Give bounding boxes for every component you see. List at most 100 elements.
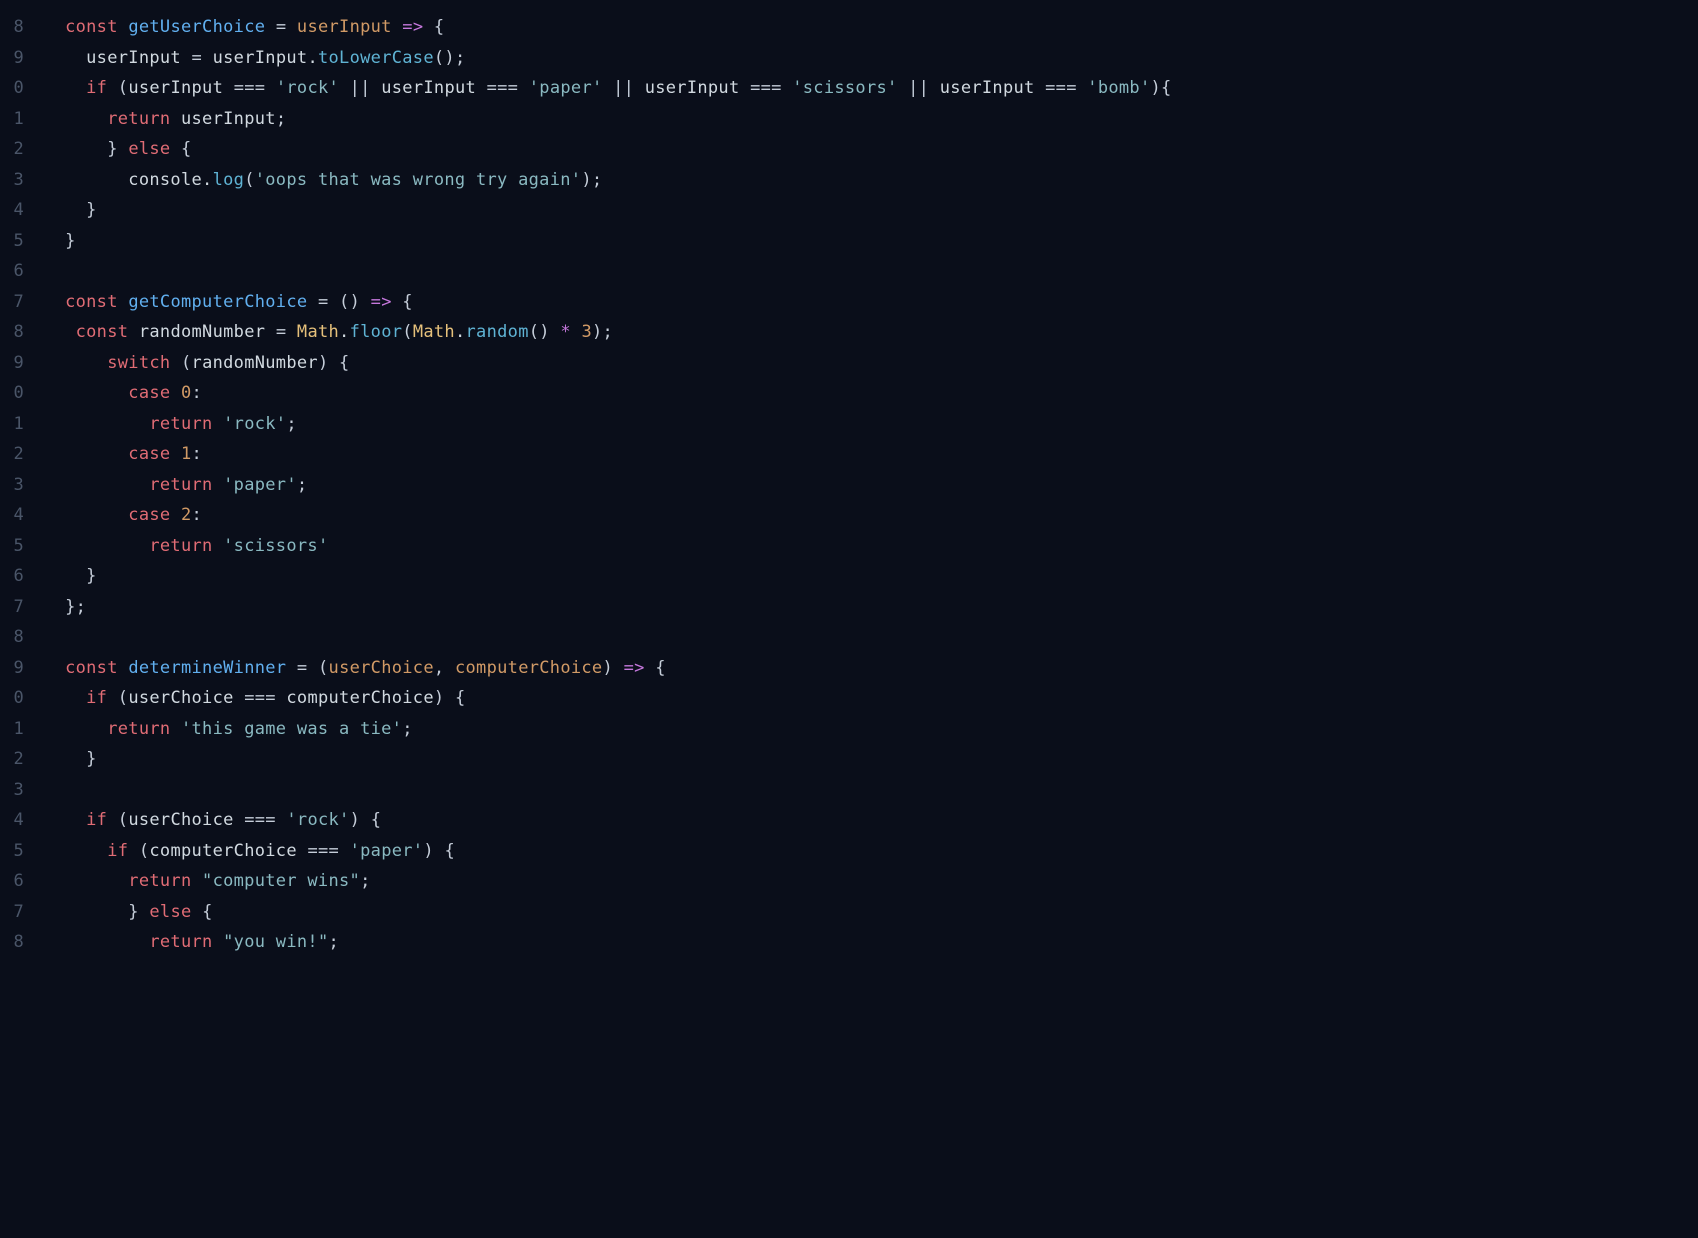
- token-str: 'scissors': [223, 536, 328, 556]
- token-op: }: [65, 231, 76, 251]
- token-kw: return: [149, 414, 212, 434]
- code-line[interactable]: if (userChoice === computerChoice) {: [44, 683, 1172, 714]
- code-line[interactable]: }: [44, 561, 1172, 592]
- token-dot: .: [455, 322, 466, 342]
- token-str: "you win!": [223, 932, 328, 952]
- code-line[interactable]: [44, 775, 1172, 806]
- token-op: ): [581, 170, 592, 190]
- token-dot: .: [339, 322, 350, 342]
- line-number: 6: [0, 561, 32, 592]
- token-kw: if: [107, 841, 128, 861]
- token-id: userInput: [381, 78, 476, 98]
- token-op: {: [434, 17, 445, 37]
- code-line[interactable]: return 'rock';: [44, 409, 1172, 440]
- code-line[interactable]: if (userInput === 'rock' || userInput ==…: [44, 73, 1172, 104]
- token-op: {: [339, 353, 350, 373]
- code-line[interactable]: console.log('oops that was wrong try aga…: [44, 165, 1172, 196]
- token-op: {: [1161, 78, 1172, 98]
- token-str: 'this game was a tie': [181, 719, 402, 739]
- code-line[interactable]: };: [44, 592, 1172, 623]
- token-op: (: [139, 841, 150, 861]
- token-op: (: [181, 353, 192, 373]
- code-line[interactable]: if (userChoice === 'rock') {: [44, 805, 1172, 836]
- code-line[interactable]: }: [44, 744, 1172, 775]
- code-line[interactable]: const randomNumber = Math.floor(Math.ran…: [44, 317, 1172, 348]
- token-op: {: [402, 292, 413, 312]
- line-number: 2: [0, 744, 32, 775]
- code-line[interactable]: return "computer wins";: [44, 866, 1172, 897]
- code-line[interactable]: case 1:: [44, 439, 1172, 470]
- token-meth: floor: [350, 322, 403, 342]
- token-op: ===: [750, 78, 782, 98]
- code-line[interactable]: const getUserChoice = userInput => {: [44, 12, 1172, 43]
- token-op: ;: [328, 932, 339, 952]
- code-line[interactable]: [44, 622, 1172, 653]
- token-num: 0: [181, 383, 192, 403]
- token-arrow: =>: [402, 17, 423, 37]
- token-str: "computer wins": [202, 871, 360, 891]
- token-op: ): [423, 841, 434, 861]
- code-line[interactable]: return 'scissors': [44, 531, 1172, 562]
- line-number: 3: [0, 470, 32, 501]
- code-line[interactable]: return 'paper';: [44, 470, 1172, 501]
- token-op: (: [402, 322, 413, 342]
- line-number: 6: [0, 256, 32, 287]
- token-op: }: [86, 566, 97, 586]
- code-line[interactable]: const determineWinner = (userChoice, com…: [44, 653, 1172, 684]
- token-id: console: [128, 170, 202, 190]
- token-param: userInput: [297, 17, 392, 37]
- line-number: 9: [0, 43, 32, 74]
- token-id: randomNumber: [192, 353, 318, 373]
- token-op: }: [86, 749, 97, 769]
- token-op: ===: [244, 688, 276, 708]
- token-op: (: [118, 810, 129, 830]
- line-number: 5: [0, 836, 32, 867]
- code-line[interactable]: switch (randomNumber) {: [44, 348, 1172, 379]
- token-num: 3: [581, 322, 592, 342]
- code-line[interactable]: }: [44, 226, 1172, 257]
- token-op: ): [350, 810, 361, 830]
- line-number: 4: [0, 805, 32, 836]
- code-line[interactable]: [44, 256, 1172, 287]
- token-op: ;: [455, 48, 466, 68]
- token-op: ): [434, 688, 445, 708]
- code-editor[interactable]: 8901234567890123456789012345678 const ge…: [0, 0, 1698, 958]
- line-number: 7: [0, 592, 32, 623]
- token-op: ;: [592, 170, 603, 190]
- code-line[interactable]: return userInput;: [44, 104, 1172, 135]
- line-number: 8: [0, 12, 32, 43]
- token-kw: if: [86, 810, 107, 830]
- code-line[interactable]: return 'this game was a tie';: [44, 714, 1172, 745]
- token-kw: return: [149, 932, 212, 952]
- code-line[interactable]: case 0:: [44, 378, 1172, 409]
- token-op: (: [118, 78, 129, 98]
- code-line[interactable]: }: [44, 195, 1172, 226]
- code-line[interactable]: userInput = userInput.toLowerCase();: [44, 43, 1172, 74]
- token-kw: return: [107, 719, 170, 739]
- line-number: 4: [0, 500, 32, 531]
- token-kw: else: [149, 902, 191, 922]
- code-line[interactable]: if (computerChoice === 'paper') {: [44, 836, 1172, 867]
- token-op: (: [244, 170, 255, 190]
- code-line[interactable]: case 2:: [44, 500, 1172, 531]
- token-op: ;: [402, 719, 413, 739]
- token-op: ||: [908, 78, 929, 98]
- token-op: }: [86, 200, 97, 220]
- token-id: userInput: [645, 78, 740, 98]
- token-op: ;: [286, 414, 297, 434]
- token-fn: getUserChoice: [128, 17, 265, 37]
- token-op: ;: [276, 109, 287, 129]
- line-number: 9: [0, 653, 32, 684]
- token-kw: case: [128, 505, 170, 525]
- code-line[interactable]: return "you win!";: [44, 927, 1172, 958]
- token-id: computerChoice: [286, 688, 434, 708]
- code-line[interactable]: } else {: [44, 897, 1172, 928]
- line-number: 8: [0, 622, 32, 653]
- code-line[interactable]: } else {: [44, 134, 1172, 165]
- token-op: }: [65, 597, 76, 617]
- code-line[interactable]: const getComputerChoice = () => {: [44, 287, 1172, 318]
- code-content[interactable]: const getUserChoice = userInput => { use…: [32, 12, 1172, 958]
- line-number: 2: [0, 134, 32, 165]
- token-op: ===: [234, 78, 266, 98]
- token-op: (): [529, 322, 550, 342]
